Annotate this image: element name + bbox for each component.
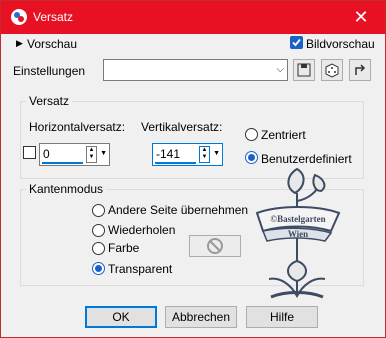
help-button[interactable]: Hilfe xyxy=(246,306,318,328)
ok-button[interactable]: OK xyxy=(85,306,157,328)
settings-label: Einstellungen xyxy=(13,64,86,78)
dice-icon xyxy=(325,63,339,78)
vertical-offset-label: Vertikalversatz: xyxy=(141,120,223,134)
window-title: Versatz xyxy=(33,10,74,24)
chevron-down-icon[interactable]: ▼ xyxy=(213,150,220,157)
reset-button[interactable] xyxy=(349,59,371,81)
edge-option-label[interactable]: Andere Seite übernehmen xyxy=(108,203,248,217)
focus-underline xyxy=(155,162,196,164)
cancel-button[interactable]: Abbrechen xyxy=(165,306,237,328)
edge-option-label[interactable]: Transparent xyxy=(108,262,172,276)
chevron-down-icon[interactable]: ⌵ xyxy=(276,64,284,75)
close-icon[interactable]: ✕ xyxy=(351,7,371,27)
preview-toggle-label[interactable]: Vorschau xyxy=(27,37,77,51)
image-preview-checkbox[interactable] xyxy=(290,36,303,49)
preview-arrow-icon[interactable]: ▶ xyxy=(16,38,23,49)
title-bar: Versatz ✕ xyxy=(1,1,385,34)
image-preview-label: Bildvorschau xyxy=(306,37,375,51)
color-swatch-button[interactable] xyxy=(189,235,241,257)
save-icon xyxy=(297,63,311,77)
watermark-line2: Wien xyxy=(288,229,308,239)
centered-radio[interactable] xyxy=(245,128,258,141)
offset-group-title: Versatz xyxy=(26,94,73,108)
edge-mode-group-title: Kantenmodus xyxy=(26,182,107,196)
horizontal-offset-spinner[interactable]: 0 ▲ ▼ ▼ xyxy=(39,143,110,166)
edge-option-radio[interactable] xyxy=(92,262,105,275)
edge-option-radio[interactable] xyxy=(92,224,105,237)
dialog-window: Versatz ✕ ▶ Vorschau Bildvorschau Einste… xyxy=(0,0,386,338)
no-color-icon xyxy=(207,238,223,254)
horizontal-offset-label: Horizontalversatz: xyxy=(29,120,126,134)
checkmark-icon xyxy=(292,38,301,47)
chevron-down-icon[interactable]: ▼ xyxy=(100,150,107,157)
reset-icon xyxy=(355,64,366,75)
spin-arrows-icon[interactable]: ▲ ▼ xyxy=(86,146,97,163)
watermark-logo: ©Bastelgarten Wien xyxy=(255,167,341,299)
vertical-offset-value[interactable]: -141 xyxy=(156,147,180,161)
app-icon xyxy=(11,9,27,25)
settings-combobox[interactable]: ⌵ xyxy=(103,59,288,81)
randomize-button[interactable] xyxy=(321,59,343,81)
edge-option-label[interactable]: Wiederholen xyxy=(108,223,175,237)
edge-option-radio[interactable] xyxy=(92,204,105,217)
edge-option-label[interactable]: Farbe xyxy=(108,241,139,255)
edge-option-radio[interactable] xyxy=(92,242,105,255)
focus-underline xyxy=(42,162,83,164)
vertical-offset-spinner[interactable]: -141 ▲ ▼ ▼ xyxy=(152,143,223,166)
link-checkbox[interactable] xyxy=(23,146,36,159)
horizontal-offset-value[interactable]: 0 xyxy=(43,147,50,161)
watermark-line1: ©Bastelgarten xyxy=(270,214,325,224)
centered-label[interactable]: Zentriert xyxy=(261,128,306,142)
spin-arrows-icon[interactable]: ▲ ▼ xyxy=(199,146,210,163)
save-preset-button[interactable] xyxy=(293,59,315,81)
